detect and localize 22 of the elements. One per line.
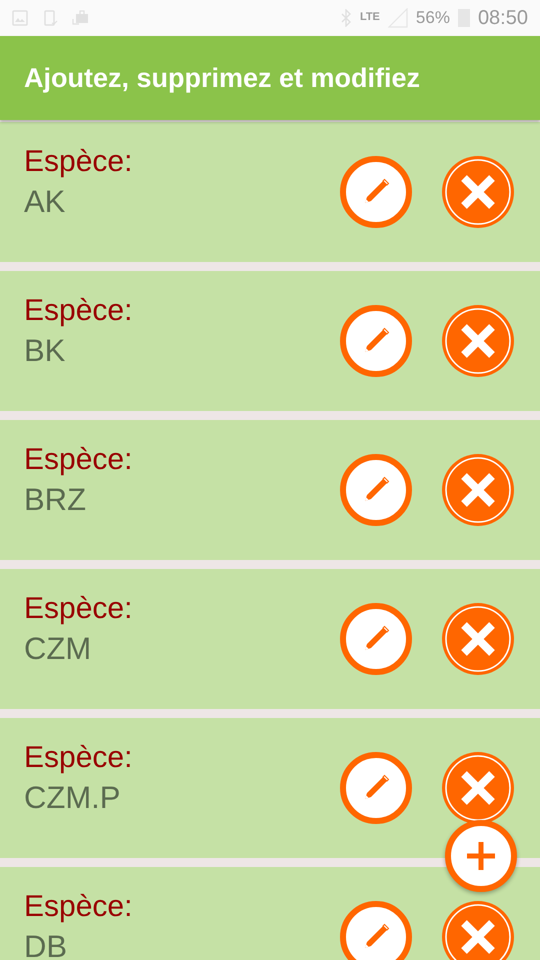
bluetooth-icon [340, 9, 352, 27]
field-label: Espèce: [24, 891, 134, 922]
field-label: Espèce: [24, 146, 134, 178]
field-value: CZM.P [24, 782, 122, 814]
field-value: BRZ [24, 484, 87, 516]
field-label: Espèce: [24, 444, 134, 476]
delete-button[interactable] [442, 901, 514, 960]
app-title: Ajoutez, supprimez et modifiez [24, 62, 420, 94]
briefcase-icon [72, 10, 90, 26]
edit-button[interactable] [340, 901, 412, 960]
clock: 08:50 [478, 6, 528, 30]
field-label: Espèce: [24, 295, 134, 326]
field-value: CZM [24, 632, 92, 666]
field-value: AK [24, 186, 66, 218]
image-icon [12, 10, 28, 26]
field-value: DB [24, 930, 68, 960]
field-label: Espèce: [24, 742, 134, 774]
network-label: LTE [360, 10, 380, 22]
field-label: Espèce: [24, 593, 134, 624]
phone-icon [42, 10, 58, 26]
field-value: BK [24, 334, 66, 368]
battery-percent: 56% [416, 8, 450, 28]
